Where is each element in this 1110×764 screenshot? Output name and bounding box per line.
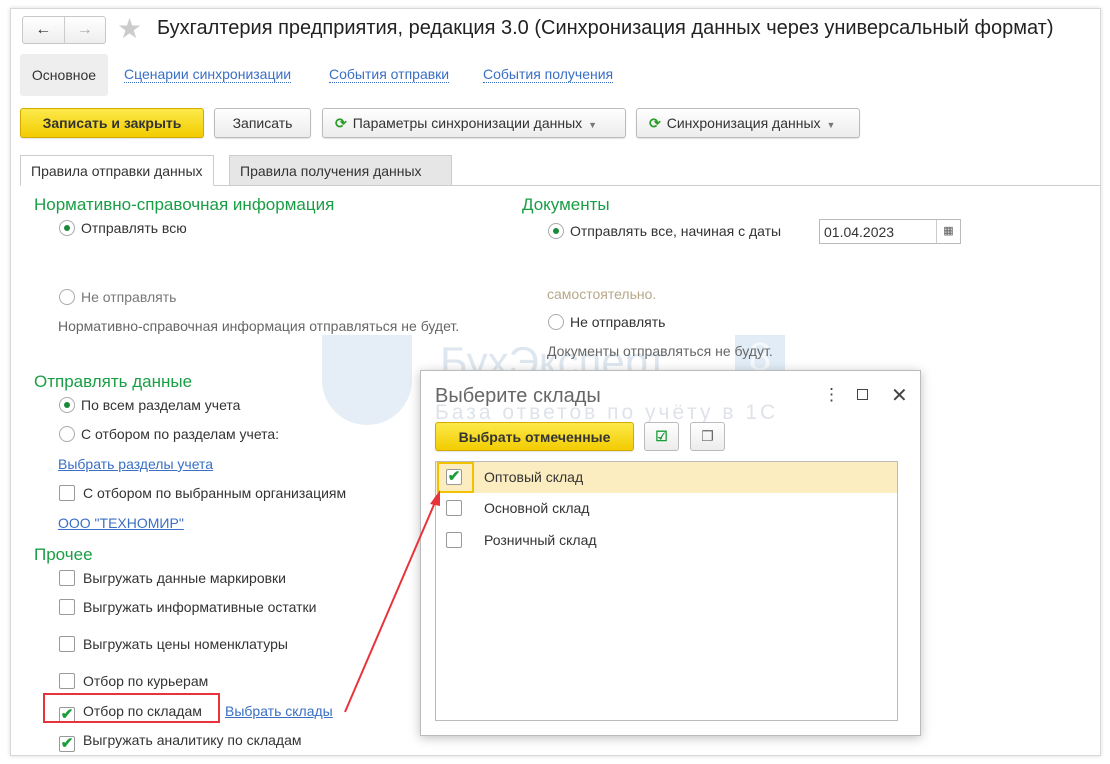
all-sections-radio[interactable]: По всем разделам учета bbox=[59, 397, 240, 413]
checkmark-icon: ✔ bbox=[59, 735, 75, 752]
docs-heading: Документы bbox=[522, 195, 610, 214]
favorite-star-icon[interactable]: ★ bbox=[117, 12, 142, 45]
checkbox-icon bbox=[59, 570, 75, 586]
radio-label: Не отправлять bbox=[81, 289, 177, 305]
nsi-heading: Нормативно-справочная информация bbox=[34, 195, 335, 214]
nsi-note: Нормативно-справочная информация отправл… bbox=[58, 318, 460, 334]
checkbox-icon[interactable] bbox=[446, 532, 462, 548]
tab-send-rules[interactable]: Правила отправки данных bbox=[20, 155, 214, 186]
docs-date-input[interactable]: 01.04.2023 ▦ bbox=[819, 219, 961, 244]
item-label: Оптовый склад bbox=[484, 469, 584, 485]
other-heading: Прочее bbox=[34, 545, 93, 564]
checkbox-label: Выгружать данные маркировки bbox=[83, 570, 286, 586]
checkbox-icon bbox=[59, 673, 75, 689]
select-checked-button[interactable]: Выбрать отмеченные bbox=[435, 422, 634, 451]
sync-params-label: Параметры синхронизации данных bbox=[352, 115, 583, 131]
sync-data-button[interactable]: ⟳ Синхронизация данных ▼ bbox=[636, 108, 860, 138]
export-marking-checkbox[interactable]: Выгружать данные маркировки bbox=[59, 570, 286, 586]
checkbox-icon bbox=[59, 485, 75, 501]
section-send-events[interactable]: События отправки bbox=[329, 66, 450, 83]
radio-label: Отправлять все, начиная с даты bbox=[570, 223, 782, 239]
choose-warehouses-link[interactable]: Выбрать склады bbox=[225, 703, 333, 719]
nsi-send-all-radio[interactable]: Отправлять всю bbox=[59, 220, 187, 236]
radio-label: С отбором по разделам учета: bbox=[81, 426, 280, 442]
window-title: Бухгалтерия предприятия, редакция 3.0 (С… bbox=[157, 17, 1054, 39]
filter-couriers-checkbox[interactable]: Отбор по курьерам bbox=[59, 673, 208, 689]
section-main[interactable]: Основное bbox=[20, 54, 108, 96]
close-icon[interactable]: ✕ bbox=[891, 383, 908, 408]
section-receive-events[interactable]: События получения bbox=[483, 66, 614, 83]
watermark-logo-icon bbox=[322, 335, 412, 425]
calendar-icon[interactable]: ▦ bbox=[936, 220, 960, 243]
checkbox-icon[interactable] bbox=[446, 500, 462, 516]
date-value: 01.04.2023 bbox=[824, 224, 895, 240]
list-item[interactable]: Розничный склад bbox=[436, 525, 897, 556]
save-button[interactable]: Записать bbox=[214, 108, 311, 138]
export-prices-checkbox[interactable]: Выгружать цены номенклатуры bbox=[59, 636, 288, 652]
list-item[interactable]: ✔ Оптовый склад bbox=[436, 462, 897, 493]
checkbox-label: Выгружать цены номенклатуры bbox=[83, 636, 288, 652]
checkbox-label: С отбором по выбранным организациям bbox=[83, 485, 347, 501]
checkbox-label: Выгружать аналитику по складам bbox=[83, 732, 302, 748]
uncheck-all-icon[interactable]: ❐ bbox=[690, 422, 725, 451]
forward-arrow-icon[interactable]: → bbox=[63, 17, 106, 43]
checkbox-icon bbox=[59, 599, 75, 615]
highlight-box bbox=[43, 693, 220, 723]
by-orgs-checkbox[interactable]: С отбором по выбранным организациям bbox=[59, 485, 346, 501]
list-item[interactable]: Основной склад bbox=[436, 493, 897, 524]
docs-dont-send-radio[interactable]: Не отправлять bbox=[548, 314, 665, 330]
docs-note: Документы отправляться не будут. bbox=[547, 343, 773, 359]
radio-selected-icon bbox=[59, 220, 75, 236]
dropdown-icon: ▼ bbox=[588, 120, 598, 130]
choose-warehouses-dialog: Выберите склады База ответов по учёту в … bbox=[420, 370, 921, 736]
docs-faint-note: самостоятельно. bbox=[547, 286, 657, 302]
sync-params-button[interactable]: ⟳ Параметры синхронизации данных ▼ bbox=[322, 108, 626, 138]
radio-icon bbox=[548, 314, 564, 330]
radio-label: По всем разделам учета bbox=[81, 397, 241, 413]
radio-icon bbox=[59, 289, 75, 305]
item-label: Розничный склад bbox=[484, 532, 597, 548]
tab-receive-rules[interactable]: Правила получения данных bbox=[229, 155, 452, 186]
checkbox-label: Выгружать информативные остатки bbox=[83, 599, 317, 615]
checkbox-icon bbox=[59, 636, 75, 652]
item-label: Основной склад bbox=[484, 500, 590, 516]
by-sections-radio[interactable]: С отбором по разделам учета: bbox=[59, 426, 279, 442]
send-data-heading: Отправлять данные bbox=[34, 372, 193, 391]
docs-send-from-radio[interactable]: Отправлять все, начиная с даты bbox=[548, 223, 781, 239]
dropdown-icon: ▼ bbox=[826, 120, 836, 130]
choose-sections-link[interactable]: Выбрать разделы учета bbox=[58, 456, 213, 472]
checkbox-label: Отбор по курьерам bbox=[83, 673, 209, 689]
radio-label: Не отправлять bbox=[570, 314, 666, 330]
radio-label: Отправлять всю bbox=[81, 220, 187, 236]
save-and-close-button[interactable]: Записать и закрыть bbox=[20, 108, 204, 138]
back-arrow-icon[interactable]: ← bbox=[23, 17, 64, 43]
maximize-icon[interactable] bbox=[857, 389, 868, 400]
radio-icon bbox=[59, 426, 75, 442]
check-all-icon[interactable]: ☑ bbox=[644, 422, 679, 451]
section-sync-scenarios[interactable]: Сценарии синхронизации bbox=[124, 66, 292, 83]
org-link[interactable]: ООО "ТЕХНОМИР" bbox=[58, 515, 184, 531]
nsi-dont-send-radio[interactable]: Не отправлять bbox=[59, 289, 176, 305]
export-balances-checkbox[interactable]: Выгружать информативные остатки bbox=[59, 599, 317, 615]
sync-settings-icon: ⟳ bbox=[335, 115, 347, 131]
export-warehouse-analytics-checkbox[interactable]: ✔ Выгружать аналитику по складам bbox=[59, 732, 302, 752]
sync-data-label: Синхронизация данных bbox=[666, 115, 821, 131]
more-menu-icon[interactable]: ⋮ bbox=[823, 385, 840, 405]
radio-selected-icon bbox=[59, 397, 75, 413]
warehouse-list: ✔ Оптовый склад Основной склад Розничный … bbox=[435, 461, 898, 721]
radio-selected-icon bbox=[548, 223, 564, 239]
history-nav: ← → bbox=[22, 16, 106, 44]
checkmark-icon[interactable]: ✔ bbox=[446, 469, 462, 485]
sync-icon: ⟳ bbox=[649, 115, 661, 131]
